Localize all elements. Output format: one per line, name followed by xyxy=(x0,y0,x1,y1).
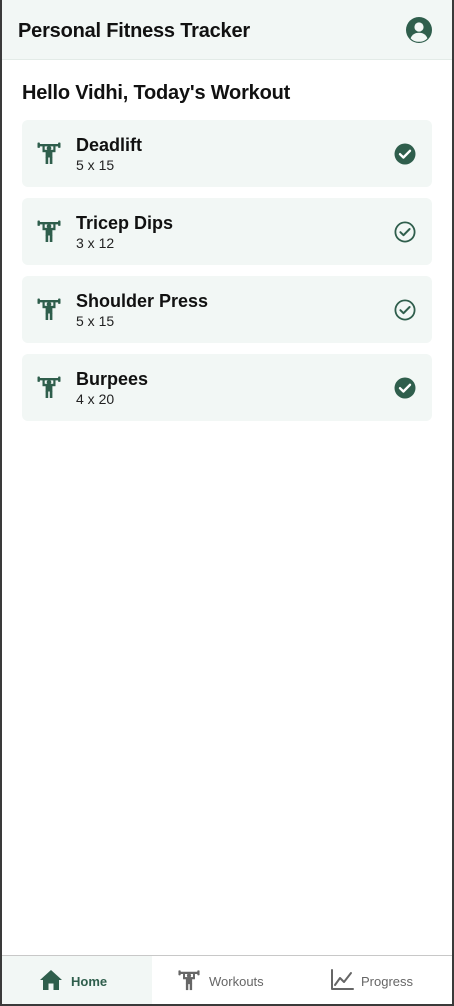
exercise-sets: 3 x 12 xyxy=(76,235,115,251)
exercise-name: Burpees xyxy=(76,369,149,389)
app-frame: Personal Fitness Tracker Hello Vidhi, To… xyxy=(2,0,452,1004)
weightlifter-icon xyxy=(37,220,61,242)
workout-card[interactable]: Tricep Dips 3 x 12 xyxy=(22,198,432,265)
line-chart-icon xyxy=(331,969,354,990)
nav-label-progress: Progress xyxy=(361,974,414,989)
workout-card[interactable]: Burpees 4 x 20 xyxy=(22,354,432,421)
nav-label-workouts: Workouts xyxy=(209,974,264,989)
greeting-heading: Hello Vidhi, Today's Workout xyxy=(22,82,291,104)
app-title: Personal Fitness Tracker xyxy=(18,20,250,42)
check-circle-filled-icon[interactable] xyxy=(394,377,416,399)
exercise-sets: 5 x 15 xyxy=(76,157,115,173)
nav-label-home: Home xyxy=(71,974,108,989)
nav-progress[interactable]: Progress xyxy=(302,956,452,1004)
weightlifter-icon xyxy=(178,970,200,991)
nav-home[interactable]: Home xyxy=(2,956,152,1004)
weightlifter-icon xyxy=(37,298,61,320)
nav-workouts[interactable]: Workouts xyxy=(152,956,302,1004)
check-circle-filled-icon[interactable] xyxy=(394,143,416,165)
exercise-sets: 4 x 20 xyxy=(76,391,115,407)
exercise-sets: 5 x 15 xyxy=(76,313,115,329)
check-circle-outline-icon[interactable] xyxy=(394,299,416,321)
workout-card[interactable]: Deadlift 5 x 15 xyxy=(22,120,432,187)
home-icon xyxy=(40,970,62,990)
weightlifter-icon xyxy=(37,376,61,398)
workout-card[interactable]: Shoulder Press 5 x 15 xyxy=(22,276,432,343)
check-circle-outline-icon[interactable] xyxy=(394,221,416,243)
bottom-nav: Home Workouts Progress xyxy=(2,955,452,1004)
exercise-name: Deadlift xyxy=(76,135,143,155)
exercise-name: Tricep Dips xyxy=(76,213,174,233)
app-header: Personal Fitness Tracker xyxy=(2,0,452,60)
weightlifter-icon xyxy=(37,142,61,164)
exercise-name: Shoulder Press xyxy=(76,291,209,311)
user-circle-icon[interactable] xyxy=(405,16,433,44)
